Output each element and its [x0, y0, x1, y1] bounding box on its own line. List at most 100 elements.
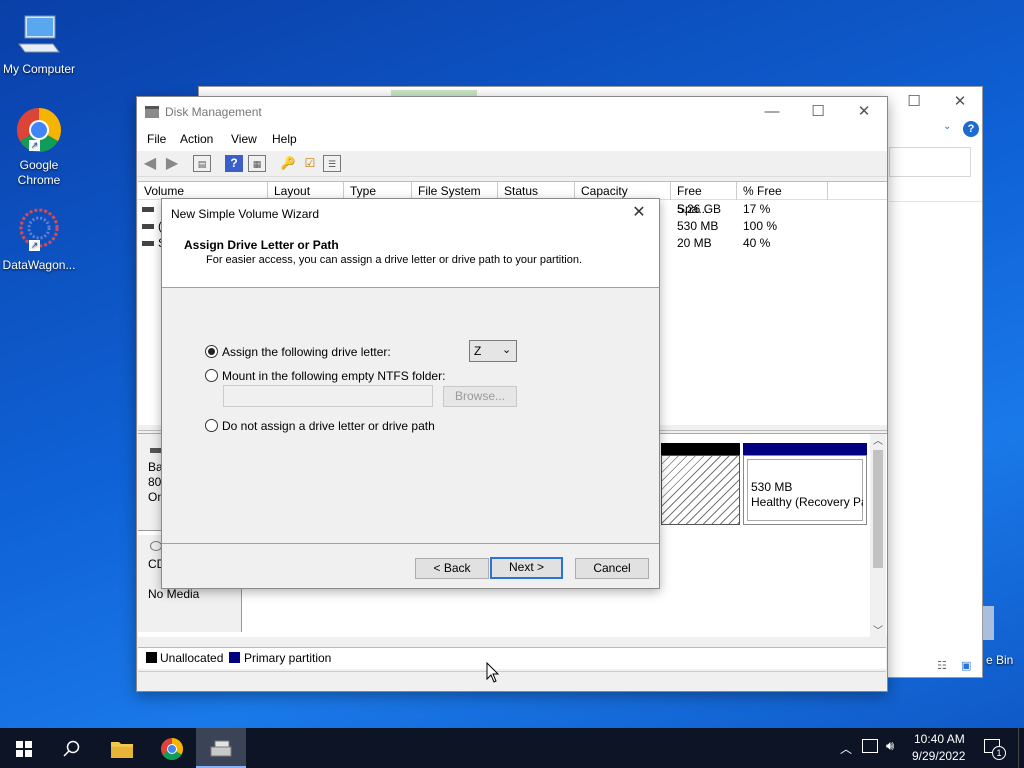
dm-titlebar: Disk Management — ☐ ✕: [137, 97, 887, 127]
row-free-space: 530 MB: [677, 219, 719, 233]
status-bar: [138, 671, 886, 691]
cancel-button[interactable]: Cancel: [575, 558, 649, 579]
legend-label-unallocated: Unallocated: [160, 651, 224, 665]
minimize-button[interactable]: —: [749, 97, 795, 127]
legend-swatch-unallocated: [146, 652, 157, 663]
mouse-cursor-icon: [486, 662, 500, 683]
menu-view[interactable]: View: [231, 132, 257, 146]
volume-drive-icon: [142, 224, 154, 229]
partition-bar-primary: [743, 443, 867, 455]
wizard-title: New Simple Volume Wizard: [171, 207, 320, 221]
folder-icon: [111, 741, 133, 758]
large-icons-view-icon[interactable]: ▣: [961, 659, 971, 672]
show-desktop-button[interactable]: [1018, 728, 1024, 768]
radio-assign-drive-letter[interactable]: [205, 345, 218, 358]
notification-badge: 1: [992, 746, 1006, 760]
partition-bar-dark: [661, 443, 740, 455]
windows-logo-icon: [16, 740, 32, 757]
option-assign-drive-letter-label[interactable]: Assign the following drive letter:: [222, 345, 391, 359]
partition-status: Healthy (Recovery Pa: [751, 495, 863, 509]
menu-help[interactable]: Help: [272, 132, 297, 146]
option-mount-ntfs-folder-label[interactable]: Mount in the following empty NTFS folder…: [222, 369, 445, 383]
window-title: Disk Management: [165, 105, 262, 119]
row-free-space: 5.26 GB: [677, 202, 722, 216]
back-button[interactable]: < Back: [415, 558, 489, 579]
chrome-icon: [161, 737, 183, 760]
wizard-footer-divider: [162, 543, 659, 544]
show-hidden-icons-icon[interactable]: ︿: [840, 740, 852, 757]
menu-bar: File Action View Help: [137, 127, 887, 151]
radio-mount-ntfs-folder[interactable]: [205, 369, 218, 382]
close-button[interactable]: ✕: [841, 97, 887, 127]
disk-management-icon: [210, 740, 232, 757]
forward-arrow-icon[interactable]: ▶: [163, 155, 181, 172]
desktop-icon-label: DataWagon...: [2, 258, 76, 272]
start-button[interactable]: [0, 728, 48, 768]
vertical-scrollbar[interactable]: ︿ ﹀: [870, 434, 886, 638]
scroll-thumb[interactable]: [873, 450, 883, 568]
checklist-icon[interactable]: ☑: [301, 155, 319, 172]
maximize-button[interactable]: ☐: [795, 97, 841, 127]
shortcut-arrow-icon: ↗: [29, 140, 40, 151]
legend-swatch-primary: [229, 652, 240, 663]
menu-action[interactable]: Action: [180, 132, 213, 146]
back-arrow-icon[interactable]: ◀: [141, 155, 159, 172]
computer-icon: [15, 10, 63, 58]
show-hide-tree-icon[interactable]: ▤: [193, 155, 211, 172]
volume-icon[interactable]: 🔊︎: [886, 738, 894, 754]
desktop-icon-recycle-bin[interactable]: e Bin: [980, 606, 1020, 668]
settings-list-icon[interactable]: ☰: [323, 155, 341, 172]
browse-button[interactable]: Browse...: [443, 386, 517, 407]
chevron-down-icon[interactable]: ⌄: [943, 121, 951, 132]
next-button[interactable]: Next >: [490, 557, 563, 579]
wizard-close-button[interactable]: ✕: [625, 201, 653, 225]
explorer-search-box[interactable]: [889, 147, 971, 177]
help-icon[interactable]: ?: [963, 121, 979, 137]
disk-management-icon: [145, 106, 159, 118]
menu-file[interactable]: File: [147, 132, 166, 146]
taskbar-disk-management[interactable]: [196, 728, 246, 768]
legend-bar: Unallocated Primary partition: [138, 647, 886, 669]
details-view-icon[interactable]: ☷: [937, 659, 947, 672]
clock-time[interactable]: 10:40 AM: [914, 732, 965, 746]
taskbar: ︿ 🔊︎ 10:40 AM 9/29/2022 1: [0, 728, 1024, 768]
legend-label-primary: Primary partition: [244, 651, 332, 665]
wizard-header: New Simple Volume Wizard ✕ Assign Drive …: [162, 199, 659, 288]
ntfs-folder-path-input[interactable]: [223, 385, 433, 407]
search-button[interactable]: [48, 728, 96, 768]
row-percent-free: 100 %: [743, 219, 778, 233]
radio-no-drive-letter[interactable]: [205, 419, 218, 432]
shortcut-arrow-icon: ↗: [29, 240, 40, 251]
desktop-icon-google-chrome[interactable]: ↗ Google Chrome: [0, 106, 78, 188]
taskbar-chrome[interactable]: [148, 728, 196, 768]
desktop-icon-label: Google Chrome: [17, 158, 61, 187]
column-free-space[interactable]: Free Spa...: [671, 182, 737, 216]
new-simple-volume-wizard[interactable]: New Simple Volume Wizard ✕ Assign Drive …: [161, 198, 660, 589]
scroll-up-icon[interactable]: ︿: [873, 432, 883, 447]
help-book-icon[interactable]: ?: [225, 155, 243, 172]
scroll-down-icon[interactable]: ﹀: [873, 622, 883, 637]
connect-icon[interactable]: 🔑: [279, 155, 297, 172]
recovery-partition[interactable]: 530 MB Healthy (Recovery Pa: [743, 455, 867, 525]
search-icon: [63, 740, 80, 757]
explorer-close-button[interactable]: ✕: [937, 87, 983, 117]
option-no-drive-letter-label[interactable]: Do not assign a drive letter or drive pa…: [222, 419, 435, 433]
taskbar-file-explorer[interactable]: [98, 728, 146, 768]
disk-1-line2: No Media: [148, 587, 200, 601]
drive-letter-value: Z: [474, 344, 482, 358]
clock-date[interactable]: 9/29/2022: [912, 749, 965, 763]
explorer-content-separator: [889, 201, 982, 202]
desktop-icon-my-computer[interactable]: My Computer: [0, 10, 78, 77]
volume-drive-icon: [142, 241, 154, 246]
desktop-icon-datawagon[interactable]: ↗ DataWagon...: [0, 206, 78, 273]
recycle-bin-label: e Bin: [986, 653, 1014, 667]
properties-icon[interactable]: ▦: [248, 155, 266, 172]
explorer-maximize-button[interactable]: ☐: [891, 87, 937, 117]
network-icon[interactable]: [862, 739, 878, 753]
chevron-down-icon: ⌄: [502, 344, 512, 356]
column-percent-free[interactable]: % Free: [737, 182, 828, 200]
partition-hatched[interactable]: [661, 455, 740, 525]
chrome-icon: ↗: [15, 106, 63, 154]
drive-letter-select[interactable]: Z ⌄: [469, 340, 517, 362]
desktop-icon-label: My Computer: [2, 62, 76, 76]
